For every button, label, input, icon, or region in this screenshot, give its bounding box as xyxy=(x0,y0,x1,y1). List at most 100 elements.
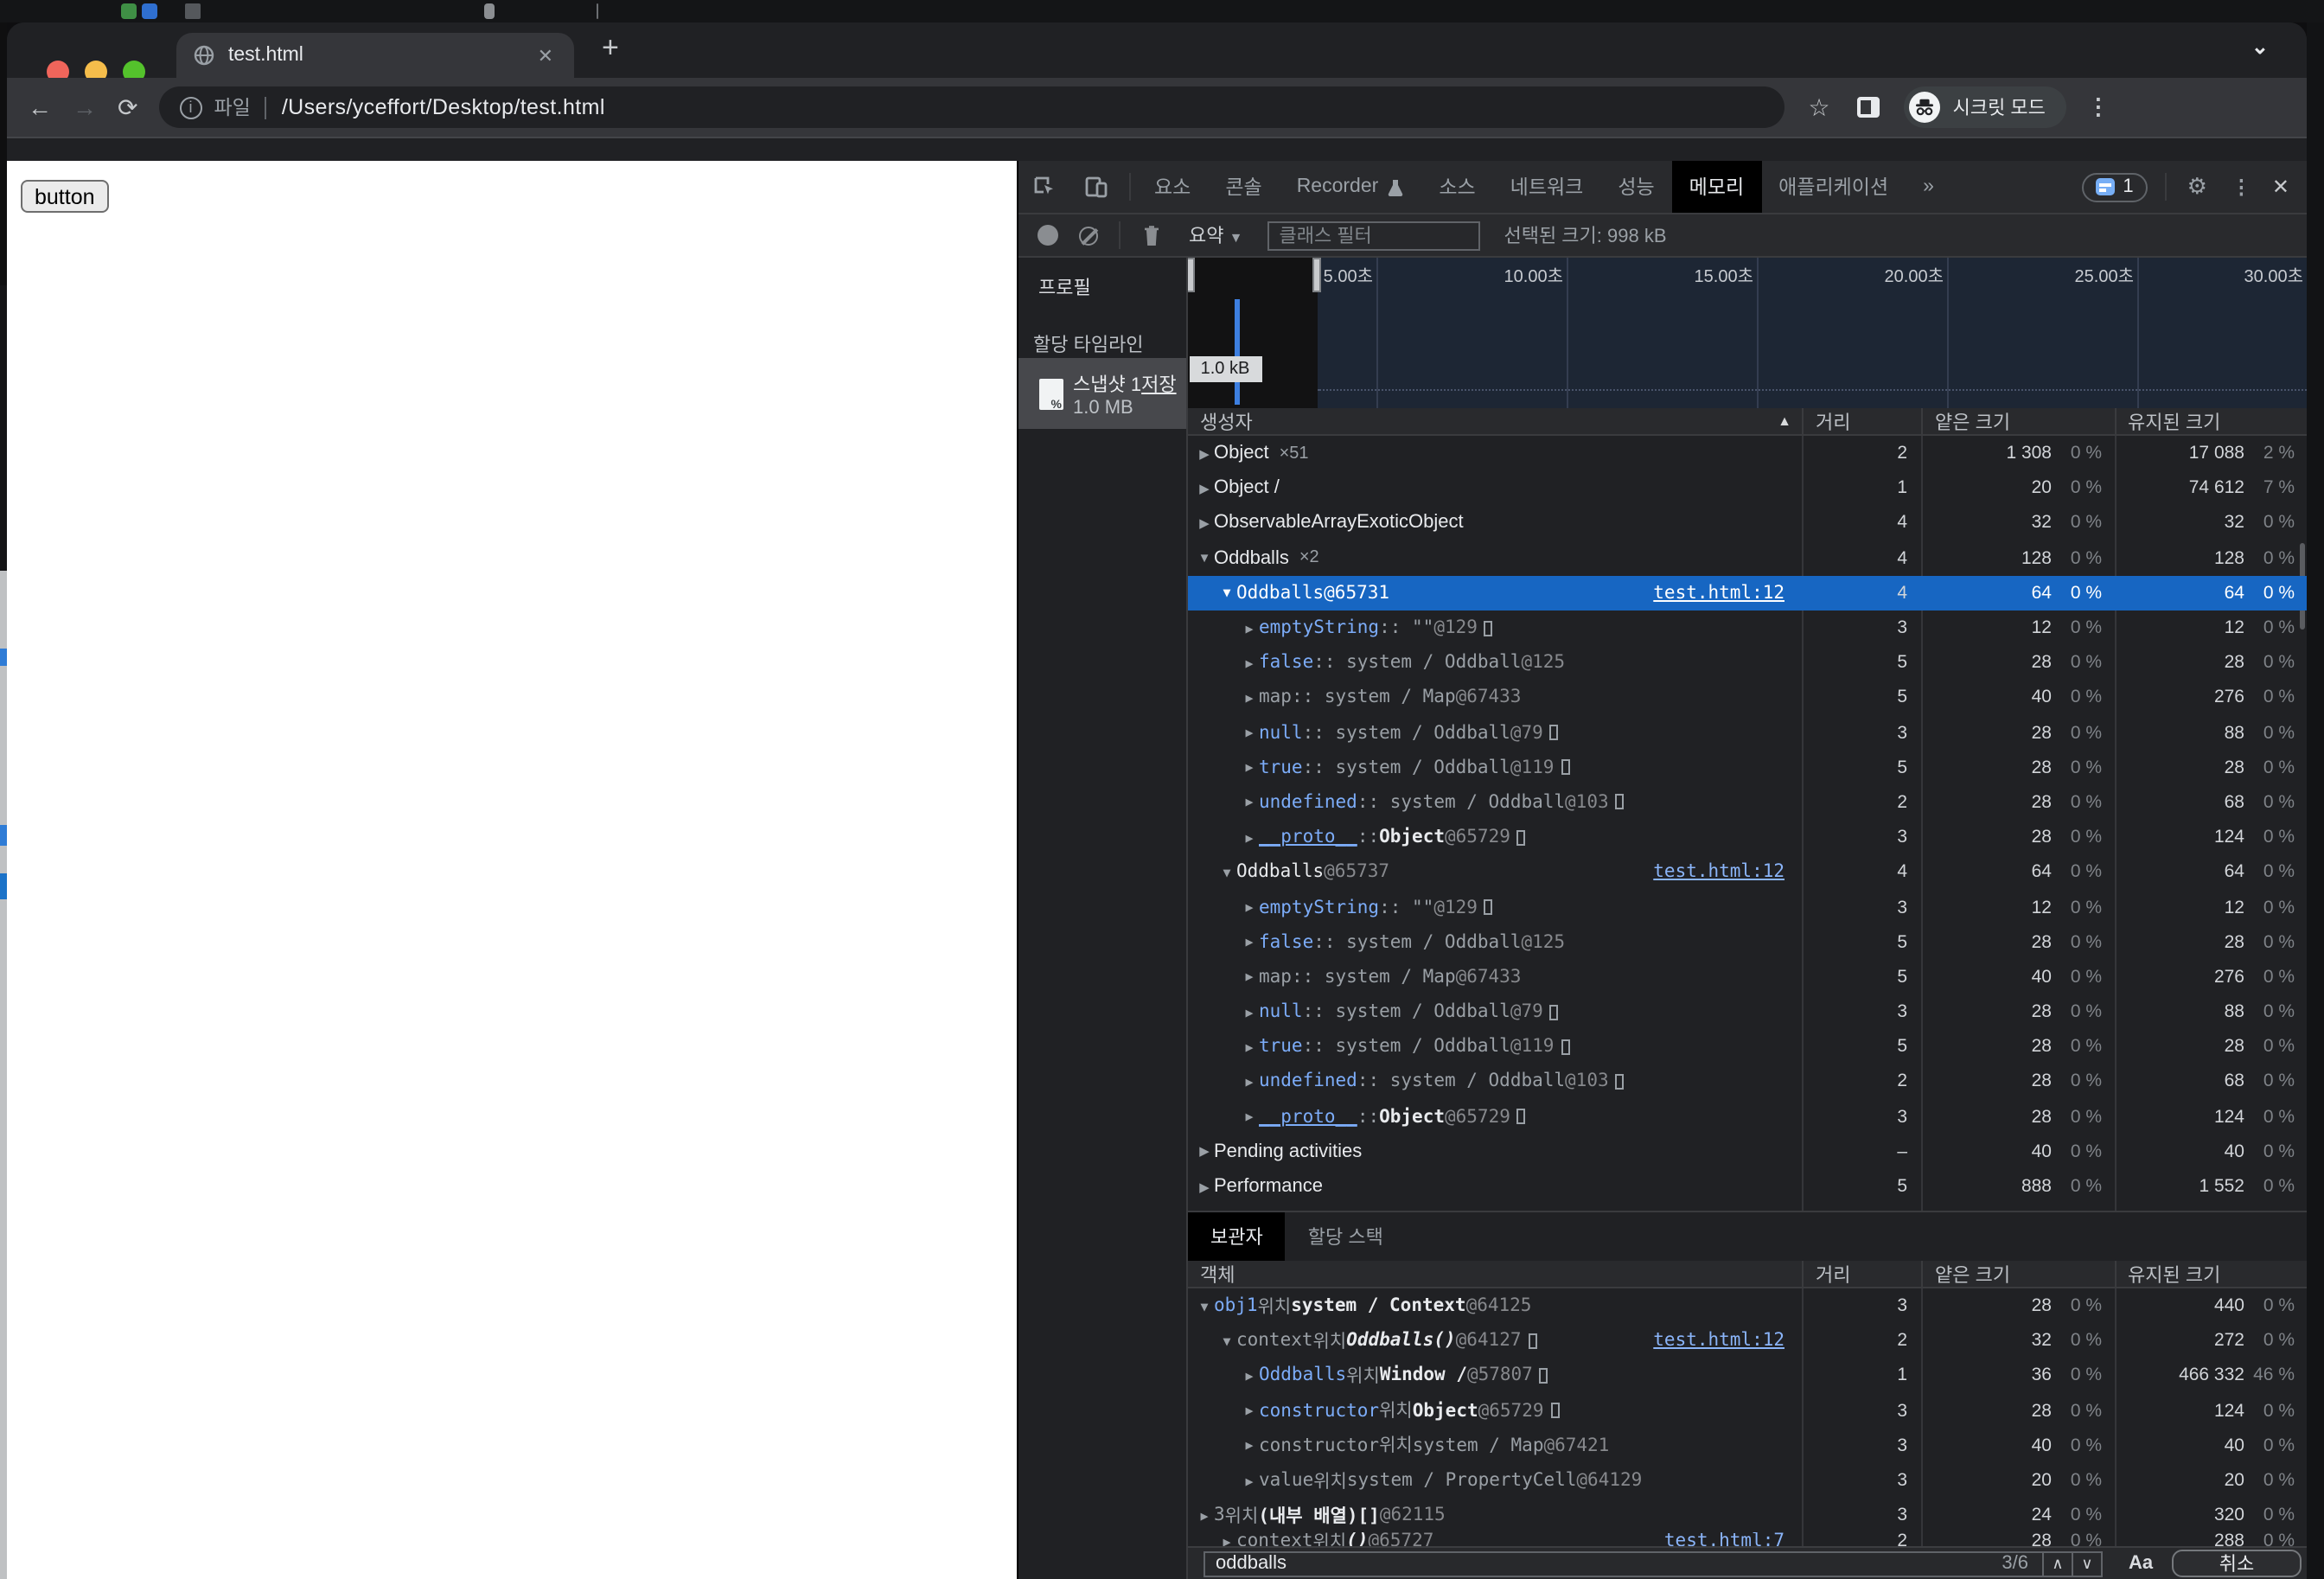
source-link[interactable]: test.html:12 xyxy=(1653,862,1802,883)
side-panel-icon[interactable] xyxy=(1858,97,1880,118)
more-tabs-button[interactable]: » xyxy=(1906,161,1951,213)
browser-menu-icon[interactable]: ⋮ xyxy=(2087,93,2110,121)
table-row[interactable]: ▼context 위치 Oddballs() @64127test.html:1… xyxy=(1188,1323,2307,1358)
collapsed-arrow-icon[interactable]: ▶ xyxy=(1240,1074,1259,1090)
collapsed-arrow-icon[interactable]: ▶ xyxy=(1240,1004,1259,1020)
page-button[interactable]: button xyxy=(21,180,109,213)
range-handle-right[interactable] xyxy=(1312,258,1320,292)
devtools-close-icon[interactable]: ✕ xyxy=(2262,175,2307,199)
collapsed-arrow-icon[interactable]: ▶ xyxy=(1240,760,1259,776)
retainers-grid[interactable]: ▼obj1 위치 system / Context @641253280 %44… xyxy=(1188,1288,2307,1545)
table-row[interactable]: ▶__proto__ :: Object @657293280 %1240 % xyxy=(1188,1099,2307,1134)
allocation-timeline-section[interactable]: 할당 타임라인 xyxy=(1018,301,1186,358)
tab-elements[interactable]: 요소 xyxy=(1137,161,1208,213)
table-row[interactable]: ▶undefined :: system / Oddball @1032280 … xyxy=(1188,1064,2307,1099)
device-toolbar-icon[interactable] xyxy=(1069,161,1121,213)
table-row[interactable]: ▶true :: system / Oddball @1195280 %280 … xyxy=(1188,1029,2307,1064)
collapsed-arrow-icon[interactable]: ▶ xyxy=(1240,1109,1259,1124)
collapsed-arrow-icon[interactable]: ▶ xyxy=(1240,934,1259,949)
table-row[interactable]: ▼Oddballs @65731test.html:124640 %640 % xyxy=(1188,576,2307,611)
source-link[interactable]: test.html:12 xyxy=(1653,1331,1802,1352)
incognito-badge[interactable]: 시크릿 모드 xyxy=(1905,86,2066,128)
table-row[interactable]: ▶ObservableArrayExoticObject4320 %320 % xyxy=(1188,506,2307,540)
table-row[interactable]: ▶__proto__ :: Object @657293280 %1240 % xyxy=(1188,820,2307,854)
column-distance[interactable]: 거리 xyxy=(1802,1261,1921,1287)
snapshot-save-link[interactable]: 저장 xyxy=(1141,374,1177,395)
column-retained-size[interactable]: 유지된 크기 xyxy=(2114,1261,2307,1287)
collapsed-arrow-icon[interactable]: ▶ xyxy=(1240,725,1259,740)
tab-performance[interactable]: 성능 xyxy=(1600,161,1671,213)
match-case-button[interactable]: Aa xyxy=(2129,1552,2153,1573)
collapsed-arrow-icon[interactable]: ▶ xyxy=(1195,1179,1214,1194)
collapsed-arrow-icon[interactable]: ▶ xyxy=(1195,445,1214,461)
table-row[interactable]: ▶context 위치 () @65727test.html:72280 %28… xyxy=(1188,1533,2307,1545)
collapsed-arrow-icon[interactable]: ▶ xyxy=(1240,969,1259,985)
bookmark-star-icon[interactable]: ☆ xyxy=(1808,93,1829,122)
inspect-element-icon[interactable] xyxy=(1018,161,1069,213)
expanded-arrow-icon[interactable]: ▼ xyxy=(1217,1333,1236,1349)
table-row[interactable]: ▶constructor 위치 Object @657293280 %1240 … xyxy=(1188,1393,2307,1428)
issues-counter[interactable]: 1 xyxy=(2081,172,2147,201)
snapshot-item[interactable]: 스냅샷 1저장 1.0 MB xyxy=(1018,358,1186,429)
column-retained-size[interactable]: 유지된 크기 xyxy=(2114,408,2307,434)
collapsed-arrow-icon[interactable]: ▶ xyxy=(1240,1039,1259,1055)
reload-button[interactable]: ⟳ xyxy=(118,93,137,122)
expanded-arrow-icon[interactable]: ▼ xyxy=(1195,1298,1214,1314)
devtools-menu-icon[interactable]: ⋮ xyxy=(2221,175,2262,199)
record-heap-icon[interactable] xyxy=(1037,225,1057,246)
expanded-arrow-icon[interactable]: ▼ xyxy=(1217,865,1236,880)
column-object[interactable]: 객체 xyxy=(1188,1261,1802,1287)
search-next-icon[interactable]: ∨ xyxy=(2072,1552,2101,1576)
column-shallow-size[interactable]: 얕은 크기 xyxy=(1921,1261,2114,1287)
url-text[interactable]: /Users/yceffort/Desktop/test.html xyxy=(282,95,605,119)
tab-application[interactable]: 애플리케이션 xyxy=(1761,161,1906,213)
collapsed-arrow-icon[interactable]: ▶ xyxy=(1240,899,1259,915)
table-row[interactable]: ▼Oddballs @65737test.html:124640 %640 % xyxy=(1188,855,2307,890)
table-row[interactable]: ▶true :: system / Oddball @1195280 %280 … xyxy=(1188,750,2307,784)
collapsed-arrow-icon[interactable]: ▶ xyxy=(1240,1438,1259,1454)
collapsed-arrow-icon[interactable]: ▶ xyxy=(1240,1403,1259,1418)
allocation-timeline-overview[interactable]: 5.00초10.00초15.00초20.00초25.00초30.00초 1.0 … xyxy=(1188,258,2307,408)
new-tab-button[interactable]: + xyxy=(602,31,619,66)
class-filter-input[interactable]: 클래스 필터 xyxy=(1267,221,1479,250)
search-prev-icon[interactable]: ∧ xyxy=(2042,1552,2072,1576)
collapsed-arrow-icon[interactable]: ▶ xyxy=(1240,690,1259,706)
back-button[interactable]: ← xyxy=(28,93,52,121)
collapsed-arrow-icon[interactable]: ▶ xyxy=(1240,620,1259,636)
tab-memory[interactable]: 메모리 xyxy=(1672,161,1762,213)
range-handle-left[interactable] xyxy=(1188,258,1194,292)
table-row[interactable]: ▶Performance58880 %1 5520 % xyxy=(1188,1169,2307,1204)
constructors-grid[interactable]: ▶Object×5121 3080 %17 0882 %▶Object /120… xyxy=(1188,436,2307,1211)
settings-gear-icon[interactable]: ⚙ xyxy=(2174,173,2221,201)
column-constructor[interactable]: 생성자 ▲ xyxy=(1188,408,1802,434)
collapsed-arrow-icon[interactable]: ▶ xyxy=(1195,515,1214,531)
clear-icon[interactable] xyxy=(1078,226,1097,245)
table-row[interactable]: ▶Object /1200 %74 6127 % xyxy=(1188,470,2307,505)
collapsed-arrow-icon[interactable]: ▶ xyxy=(1240,1473,1259,1488)
table-row[interactable]: ▶emptyString :: "" @1293120 %120 % xyxy=(1188,611,2307,645)
collapsed-arrow-icon[interactable]: ▶ xyxy=(1240,829,1259,845)
cancel-button[interactable]: 취소 xyxy=(2172,1550,2302,1577)
tab-retainers[interactable]: 보관자 xyxy=(1188,1212,1286,1261)
search-input[interactable]: oddballs 3/6 ∧ ∨ xyxy=(1204,1550,2103,1577)
table-row[interactable]: ▶emptyString :: "" @1293120 %120 % xyxy=(1188,890,2307,924)
expanded-arrow-icon[interactable]: ▼ xyxy=(1217,585,1236,601)
source-link[interactable]: test.html:12 xyxy=(1653,583,1802,604)
expanded-arrow-icon[interactable]: ▼ xyxy=(1195,550,1214,566)
tab-sources[interactable]: 소스 xyxy=(1421,161,1492,213)
table-row[interactable]: ▶3 위치 (내부 배열)[] @621153240 %3200 % xyxy=(1188,1498,2307,1532)
column-distance[interactable]: 거리 xyxy=(1802,408,1921,434)
site-info-icon[interactable]: i xyxy=(179,96,201,118)
column-shallow-size[interactable]: 얕은 크기 xyxy=(1921,408,2114,434)
table-row[interactable]: ▶false :: system / Oddball @1255280 %280… xyxy=(1188,645,2307,680)
table-row[interactable]: ▶value 위치 system / PropertyCell @6412932… xyxy=(1188,1463,2307,1498)
delete-profile-icon[interactable] xyxy=(1140,224,1161,246)
table-row[interactable]: ▼obj1 위치 system / Context @641253280 %44… xyxy=(1188,1288,2307,1323)
table-row[interactable]: ▶null :: system / Oddball @793280 %880 % xyxy=(1188,715,2307,750)
table-row[interactable]: ▶null :: system / Oddball @793280 %880 % xyxy=(1188,994,2307,1029)
source-link[interactable]: test.html:7 xyxy=(1664,1533,1802,1545)
browser-tab[interactable]: test.html ✕ xyxy=(176,33,574,78)
address-bar[interactable]: i 파일 /Users/yceffort/Desktop/test.html xyxy=(158,86,1784,128)
collapsed-arrow-icon[interactable]: ▶ xyxy=(1217,1534,1236,1545)
perspective-dropdown[interactable]: 요약 ▼ xyxy=(1189,221,1242,249)
